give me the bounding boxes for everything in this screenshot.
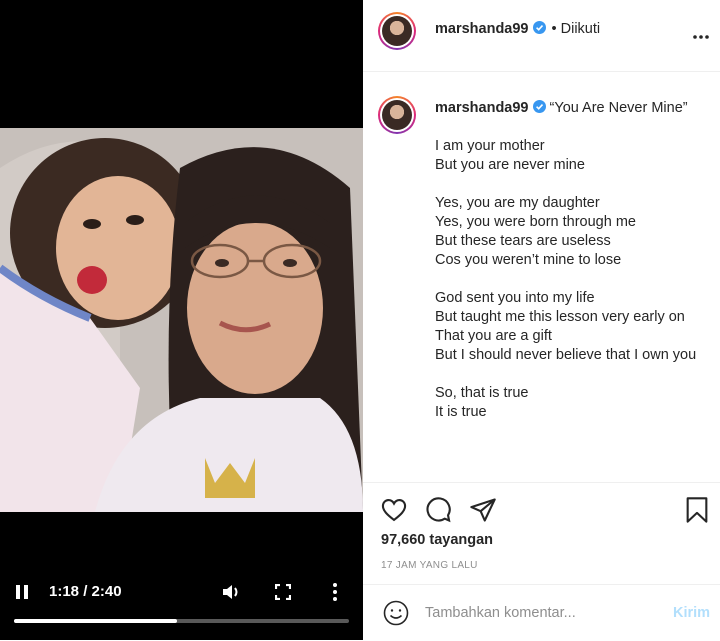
heart-icon[interactable] bbox=[380, 496, 408, 524]
video-progress-bar[interactable] bbox=[14, 619, 349, 623]
more-vert-icon[interactable] bbox=[330, 582, 340, 602]
caption-stanza: So, that is true It is true bbox=[435, 384, 705, 422]
follow-status[interactable]: • Diikuti bbox=[552, 21, 601, 37]
smile-icon[interactable] bbox=[383, 600, 409, 626]
post-actions: 97,660 tayangan 17 JAM YANG LALU bbox=[363, 482, 720, 583]
caption-line: But you are never mine bbox=[435, 157, 585, 173]
caption-stanza: I am your mother But you are never mine bbox=[435, 137, 705, 175]
caption-line: That you are a gift bbox=[435, 328, 552, 344]
send-button[interactable]: Kirim bbox=[673, 605, 710, 621]
caption-stanzas: I am your mother But you are never mine Ye… bbox=[435, 137, 705, 422]
video-time: 1:18 / 2:40 bbox=[49, 583, 122, 600]
caption-line: But these tears are useless bbox=[435, 233, 611, 249]
caption-line: God sent you into my life bbox=[435, 290, 595, 306]
caption-username[interactable]: marshanda99 bbox=[435, 100, 529, 116]
caption-stanza: God sent you into my life But taught me t… bbox=[435, 289, 705, 365]
caption-line: It is true bbox=[435, 404, 487, 420]
post-timestamp[interactable]: 17 JAM YANG LALU bbox=[381, 560, 478, 571]
caption-stanza: Yes, you are my daughter Yes, you were bo… bbox=[435, 194, 705, 270]
header-user: marshanda99 • Diikuti bbox=[435, 21, 600, 37]
caption-line: But taught me this lesson very early on bbox=[435, 309, 685, 325]
video-frame-image[interactable] bbox=[0, 128, 363, 512]
caption-avatar[interactable] bbox=[378, 96, 416, 134]
caption-line: Yes, you are my daughter bbox=[435, 195, 600, 211]
fullscreen-icon[interactable] bbox=[275, 584, 291, 600]
caption-head: marshanda99 “You Are Never Mine” bbox=[435, 99, 705, 118]
comment-input[interactable] bbox=[425, 602, 645, 624]
caption-text: marshanda99 “You Are Never Mine” I am yo… bbox=[435, 99, 705, 441]
verified-icon bbox=[532, 21, 546, 34]
post-sidebar: marshanda99 • Diikuti marshanda99 “You A… bbox=[363, 0, 720, 640]
avatar[interactable] bbox=[378, 12, 416, 50]
share-icon[interactable] bbox=[469, 496, 497, 524]
caption-line: Yes, you were born through me bbox=[435, 214, 636, 230]
bookmark-icon[interactable] bbox=[683, 496, 711, 524]
video-progress-fill bbox=[14, 619, 178, 623]
pause-icon[interactable] bbox=[14, 584, 30, 600]
caption-line: Cos you weren’t mine to lose bbox=[435, 252, 622, 268]
post-header: marshanda99 • Diikuti bbox=[363, 0, 720, 72]
volume-icon[interactable] bbox=[221, 582, 241, 602]
caption-line: So, that is true bbox=[435, 385, 529, 401]
view-count[interactable]: 97,660 tayangan bbox=[381, 532, 493, 548]
caption-line: But I should never believe that I own yo… bbox=[435, 347, 697, 363]
verified-icon bbox=[532, 100, 546, 113]
comment-bar: Kirim bbox=[363, 584, 720, 641]
caption-line: I am your mother bbox=[435, 138, 545, 154]
more-horizontal-icon[interactable] bbox=[693, 27, 709, 39]
video-player[interactable]: 1:18 / 2:40 bbox=[0, 0, 363, 640]
username-link[interactable]: marshanda99 bbox=[435, 21, 529, 37]
caption-title: “You Are Never Mine” bbox=[549, 100, 688, 116]
caption-scroll[interactable]: marshanda99 “You Are Never Mine” I am yo… bbox=[363, 72, 720, 482]
comment-icon[interactable] bbox=[424, 496, 452, 524]
